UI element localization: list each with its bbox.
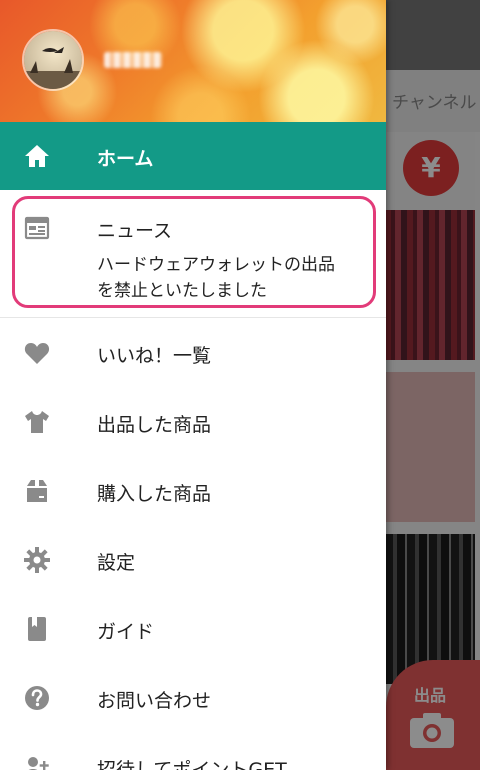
user-name-blurred: hidden <box>104 52 162 68</box>
drawer-header: hidden <box>0 0 386 122</box>
menu-item-news[interactable]: ニュース ハードウェアウォレットの出品 を禁止といたしました <box>0 190 386 318</box>
menu-item-likes[interactable]: いいね！一覧 <box>0 319 386 388</box>
menu-item-label: お問い合わせ <box>97 690 212 712</box>
newspaper-icon <box>24 216 50 240</box>
menu-item-home[interactable]: ホーム <box>0 122 386 190</box>
help-icon <box>25 686 49 710</box>
avatar-image <box>24 31 82 89</box>
menu-item-label: 購入した商品 <box>97 483 212 505</box>
gear-icon <box>24 547 50 573</box>
menu-item-invite[interactable]: 招待してポイントGET <box>0 733 386 770</box>
avatar[interactable] <box>22 29 84 91</box>
menu-item-settings[interactable]: 設定 <box>0 526 386 595</box>
menu-item-label: ガイド <box>97 621 155 643</box>
heart-icon <box>24 343 50 364</box>
navigation-drawer: hidden ホーム ニュース ハードウェアウォレットの出品 を禁止といたしまし… <box>0 0 386 770</box>
news-headline: ハードウェアウォレットの出品 を禁止といたしました <box>97 252 367 304</box>
menu-item-label: ホーム <box>97 148 154 170</box>
menu-item-label: 招待してポイントGET <box>97 759 287 770</box>
menu-item-label: 設定 <box>97 552 136 574</box>
menu-item-purchased[interactable]: 購入した商品 <box>0 457 386 526</box>
invite-icon <box>28 757 49 770</box>
news-headline-line: ハードウェアウォレットの出品 <box>97 255 335 275</box>
menu-item-label: 出品した商品 <box>97 414 212 436</box>
menu-item-label: いいね！一覧 <box>97 345 212 367</box>
tshirt-icon <box>25 411 49 433</box>
menu-item-listed[interactable]: 出品した商品 <box>0 388 386 457</box>
home-icon <box>25 145 49 167</box>
menu-item-contact[interactable]: お問い合わせ <box>0 664 386 733</box>
news-headline-line: を禁止といたしました <box>97 281 267 301</box>
box-icon <box>27 480 47 502</box>
menu-item-guide[interactable]: ガイド <box>0 595 386 664</box>
book-icon <box>28 617 46 641</box>
menu-item-label: ニュース <box>97 220 173 242</box>
